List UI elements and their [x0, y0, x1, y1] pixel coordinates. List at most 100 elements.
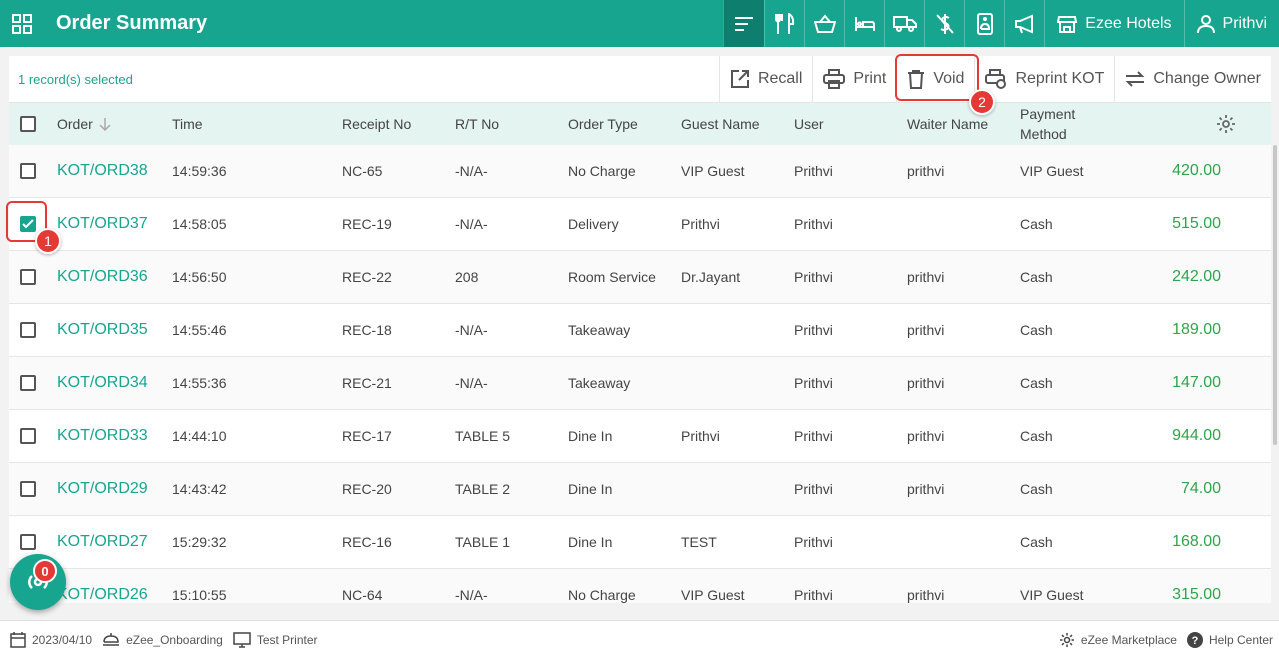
user-name: Prithvi: [794, 534, 833, 550]
order-link[interactable]: KOT/ORD26: [57, 586, 148, 603]
fab-badge-count: 0: [33, 559, 57, 583]
table-row[interactable]: KOT/ORD29 14:43:42 REC-20 TABLE 2 Dine In Pri…: [9, 463, 1271, 516]
user-menu[interactable]: Prithvi: [1183, 0, 1279, 47]
table-row[interactable]: KOT/ORD26 15:10:55 NC-64 -N/A- No Charge VIP …: [9, 569, 1271, 603]
order-link[interactable]: KOT/ORD35: [57, 321, 148, 338]
order-link[interactable]: KOT/ORD34: [57, 374, 148, 391]
order-summary-icon[interactable]: [723, 0, 765, 47]
reprint-icon: [985, 69, 1007, 89]
order-type: No Charge: [568, 587, 636, 603]
hotel-selector[interactable]: Ezee Hotels: [1044, 0, 1183, 47]
column-payment: Payment Method: [1020, 106, 1076, 142]
table-row[interactable]: KOT/ORD33 14:44:10 REC-17 TABLE 5 Dine In Pri…: [9, 410, 1271, 463]
table-row[interactable]: KOT/ORD37 14:58:05 REC-19 -N/A- Delivery Prit…: [9, 198, 1271, 251]
column-order[interactable]: Order: [47, 116, 172, 132]
change-owner-button[interactable]: Change Owner: [1114, 55, 1271, 103]
payment-method: Cash: [1020, 481, 1053, 497]
open-external-icon: [730, 70, 749, 88]
order-link[interactable]: KOT/ORD29: [57, 480, 148, 497]
print-button[interactable]: Print: [812, 55, 896, 103]
order-type: Takeaway: [568, 322, 631, 338]
order-link[interactable]: KOT/ORD33: [57, 427, 148, 444]
change-owner-label: Change Owner: [1153, 70, 1261, 87]
rt-no: -N/A-: [455, 216, 488, 232]
top-nav: Ezee Hotels Prithvi: [723, 0, 1279, 47]
receipt-no: REC-22: [342, 269, 392, 285]
payment-method: Cash: [1020, 375, 1053, 391]
table-row[interactable]: KOT/ORD35 14:55:46 REC-18 -N/A- Takeaway Prit…: [9, 304, 1271, 357]
column-order-type: Order Type: [568, 116, 638, 132]
user-icon: [1196, 14, 1215, 33]
order-time: 14:59:36: [172, 163, 227, 179]
help-icon: ?: [1186, 631, 1203, 648]
table-header: Order Time Receipt No R/T No Order Type …: [9, 103, 1271, 145]
marketplace-link[interactable]: eZee Marketplace: [1049, 632, 1177, 648]
guest-name: VIP Guest: [681, 163, 745, 179]
delivery-truck-icon[interactable]: [884, 0, 924, 47]
table-row[interactable]: KOT/ORD36 14:56:50 REC-22 208 Room Service Dr…: [9, 251, 1271, 304]
apps-grid-icon[interactable]: [0, 0, 44, 47]
monitor-icon: [233, 631, 251, 648]
user-name: Prithvi: [794, 163, 833, 179]
row-checkbox[interactable]: [20, 269, 36, 285]
calendar-icon: [10, 631, 26, 648]
megaphone-icon[interactable]: [1004, 0, 1044, 47]
column-receipt: Receipt No: [342, 116, 412, 132]
guest-name: Dr.Jayant: [681, 269, 741, 285]
column-waiter: Waiter Name: [907, 116, 989, 132]
receipt-no: REC-20: [342, 481, 392, 497]
room-service-icon[interactable]: [964, 0, 1004, 47]
order-link[interactable]: KOT/ORD38: [57, 162, 148, 179]
bed-icon[interactable]: [844, 0, 884, 47]
receipt-no: REC-19: [342, 216, 392, 232]
order-type: Room Service: [568, 269, 656, 285]
column-rt: R/T No: [455, 116, 500, 132]
page-title: Order Summary: [56, 12, 208, 34]
row-checkbox[interactable]: [20, 481, 36, 497]
payment-method: Cash: [1020, 428, 1053, 444]
reprint-kot-button[interactable]: Reprint KOT: [974, 55, 1114, 103]
table-scrollbar[interactable]: [1273, 145, 1277, 445]
select-all-checkbox[interactable]: [20, 116, 36, 132]
order-time: 15:29:32: [172, 534, 227, 550]
order-time: 14:43:42: [172, 481, 227, 497]
rt-no: TABLE 1: [455, 534, 510, 550]
status-printer[interactable]: Test Printer: [223, 631, 318, 648]
row-checkbox[interactable]: [20, 322, 36, 338]
guest-name: VIP Guest: [681, 587, 745, 603]
order-time: 14:55:36: [172, 375, 227, 391]
order-type: No Charge: [568, 163, 636, 179]
row-checkbox[interactable]: [20, 163, 36, 179]
order-link[interactable]: KOT/ORD37: [57, 215, 148, 232]
user-name: Prithvi: [794, 481, 833, 497]
order-amount: 515.00: [1172, 215, 1221, 232]
order-amount: 74.00: [1180, 480, 1221, 497]
table-row[interactable]: KOT/ORD27 15:29:32 REC-16 TABLE 1 Dine In TES…: [9, 516, 1271, 569]
payment-method: Cash: [1020, 322, 1053, 338]
payment-method: Cash: [1020, 216, 1053, 232]
order-time: 15:10:55: [172, 587, 227, 603]
order-time: 14:56:50: [172, 269, 227, 285]
restaurant-icon[interactable]: [764, 0, 804, 47]
order-link[interactable]: KOT/ORD36: [57, 268, 148, 285]
order-amount: 242.00: [1172, 268, 1221, 285]
payment-method: VIP Guest: [1020, 587, 1084, 603]
row-checkbox[interactable]: [20, 375, 36, 391]
status-outlet[interactable]: eZee_Onboarding: [92, 632, 223, 648]
no-charge-icon[interactable]: [924, 0, 964, 47]
settings-gear-icon[interactable]: [1216, 114, 1236, 134]
row-checkbox[interactable]: [20, 534, 36, 550]
user-name: Prithvi: [794, 269, 833, 285]
order-link[interactable]: KOT/ORD27: [57, 533, 148, 550]
row-checkbox[interactable]: [20, 428, 36, 444]
help-center-link[interactable]: ? Help Center: [1177, 631, 1279, 648]
order-amount: 944.00: [1172, 427, 1221, 444]
basket-icon[interactable]: [804, 0, 844, 47]
table-row[interactable]: KOT/ORD34 14:55:36 REC-21 -N/A- Takeaway Prit…: [9, 357, 1271, 410]
table-row[interactable]: KOT/ORD38 14:59:36 NC-65 -N/A- No Charge VIP …: [9, 145, 1271, 198]
waiter-name: prithvi: [907, 269, 945, 285]
recall-button[interactable]: Recall: [718, 55, 812, 103]
hotel-label: Ezee Hotels: [1085, 14, 1172, 32]
status-date: 2023/04/10: [0, 631, 92, 648]
waiter-name: prithvi: [907, 375, 945, 391]
